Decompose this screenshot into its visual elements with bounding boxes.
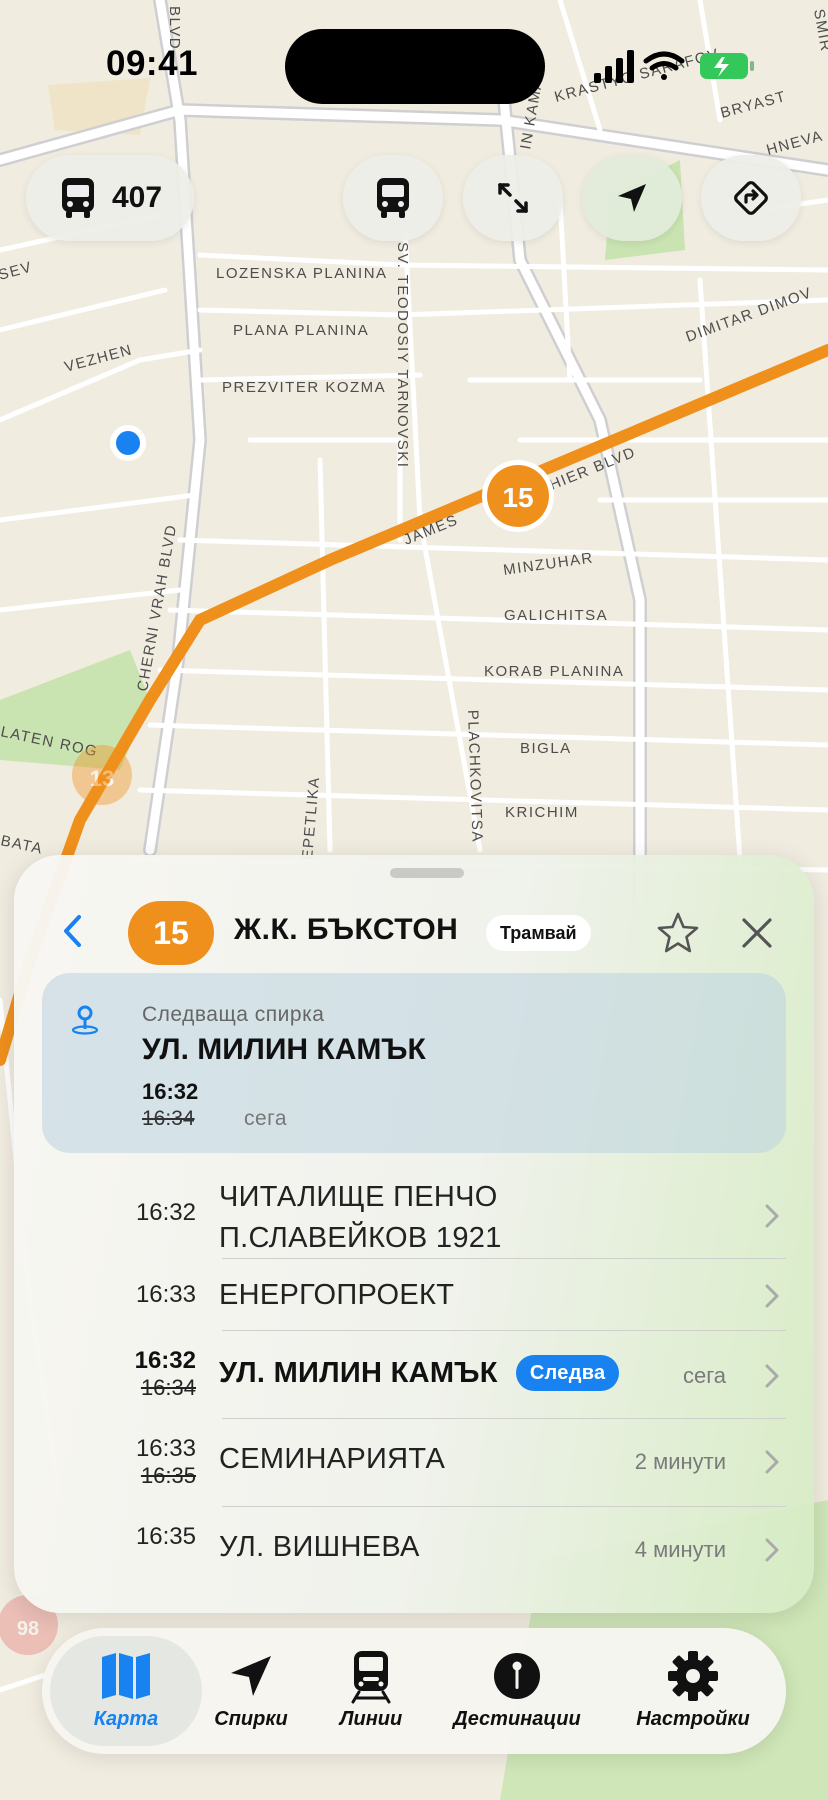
- stop-row-current[interactable]: 16:32 16:34 УЛ. МИЛИН КАМЪК Следва сега: [14, 1331, 814, 1419]
- svg-text:98: 98: [17, 1618, 39, 1640]
- back-button[interactable]: [52, 911, 92, 951]
- expand-icon: [498, 183, 528, 213]
- directions-icon: [734, 181, 768, 215]
- status-icons: [594, 50, 754, 83]
- street-label: PREZVITER KOZMA: [222, 379, 386, 396]
- location-arrow-icon: [618, 184, 646, 212]
- street-label: GALICHITSA: [504, 607, 608, 624]
- chevron-right-icon: [765, 1284, 779, 1308]
- stop-time: 16:32: [135, 1199, 196, 1226]
- stop-name-line: ЧИТАЛИЩЕ ПЕНЧО: [219, 1181, 498, 1213]
- tab-settings[interactable]: Настройки: [615, 1636, 771, 1746]
- stop-name-line: П.СЛАВЕЙКОВ 1921: [219, 1222, 502, 1254]
- stop-row[interactable]: 16:33 16:35 СЕМИНАРИЯТА 2 минути: [14, 1419, 814, 1507]
- street-label: BIGLA: [520, 740, 572, 757]
- chevron-right-icon: [765, 1538, 779, 1562]
- pin-icon: [494, 1653, 540, 1699]
- stop-relative-time: сега: [682, 1363, 726, 1388]
- stop-time: 16:33: [135, 1435, 196, 1462]
- stop-name: ЕНЕРГОПРОЕКТ: [219, 1279, 455, 1311]
- svg-text:15: 15: [502, 482, 533, 513]
- stop-name: СЕМИНАРИЯТА: [219, 1443, 446, 1475]
- tab-label: Дестинации: [453, 1708, 581, 1730]
- stop-row[interactable]: 16:35 УЛ. ВИШНЕВА 4 минути: [14, 1507, 814, 1568]
- stop-name: УЛ. ВИШНЕВА: [219, 1531, 420, 1563]
- stop-time: 16:35: [135, 1523, 196, 1550]
- tab-lines[interactable]: Линии: [296, 1636, 446, 1746]
- stop-row[interactable]: 16:33 ЕНЕРГОПРОЕКТ: [14, 1259, 814, 1331]
- route-filter-chip[interactable]: 407: [26, 155, 194, 241]
- stop-time: 16:33: [135, 1281, 196, 1308]
- line-number-badge: 15: [128, 901, 214, 965]
- next-stop-time: 16:32: [142, 1079, 199, 1104]
- sheet-grabber[interactable]: [390, 868, 464, 878]
- stops-list[interactable]: 16:32 ЧИТАЛИЩЕ ПЕНЧО П.СЛАВЕЙКОВ 1921 16…: [14, 1173, 814, 1568]
- stop-relative-time: 4 минути: [634, 1537, 726, 1562]
- route-badge-marker[interactable]: 15: [482, 460, 554, 532]
- chevron-right-icon: [765, 1204, 779, 1228]
- favorite-star-icon[interactable]: [656, 911, 700, 955]
- map-icon: [102, 1653, 150, 1699]
- stop-name: ЧИТАЛИЩЕ ПЕНЧО П.СЛАВЕЙКОВ 1921: [219, 1177, 502, 1259]
- cellular-signal-icon: [594, 50, 634, 83]
- sheet-header: 15 Ж.К. БЪКСТОН Трамвай: [14, 895, 814, 967]
- location-arrow-icon: [231, 1656, 271, 1696]
- next-stop-scheduled-time: 16:34: [142, 1107, 195, 1130]
- chevron-right-icon: [765, 1364, 779, 1388]
- bus-filter-button[interactable]: [343, 155, 443, 241]
- tab-label: Карта: [93, 1708, 159, 1730]
- tab-destinations[interactable]: Дестинации: [442, 1636, 592, 1746]
- user-location-dot: [110, 425, 146, 461]
- tab-label: Настройки: [636, 1708, 750, 1730]
- bus-icon: [377, 178, 409, 218]
- directions-button[interactable]: [701, 155, 801, 241]
- wifi-icon: [643, 51, 685, 80]
- next-badge: Следва: [515, 1355, 620, 1391]
- gear-icon: [668, 1651, 718, 1701]
- destination-title: Ж.К. БЪКСТОН: [234, 913, 459, 946]
- stop-scheduled-time: 16:35: [140, 1463, 196, 1488]
- close-icon[interactable]: [739, 915, 775, 951]
- street-label: KORAB PLANINA: [484, 663, 624, 680]
- next-stop-label: Следваща спирка: [142, 1003, 325, 1026]
- street-label: PLANA PLANINA: [233, 322, 369, 339]
- next-stop-card[interactable]: Следваща спирка УЛ. МИЛИН КАМЪК 16:32 16…: [42, 973, 786, 1153]
- line-details-sheet: 15 Ж.К. БЪКСТОН Трамвай Следваща спирка …: [14, 855, 814, 1613]
- street-label: SV. TEODOSIY TARNOVSKI: [394, 242, 411, 468]
- stop-name-text: УЛ. МИЛИН КАМЪК: [219, 1357, 498, 1389]
- stop-scheduled-time: 16:34: [140, 1375, 196, 1400]
- dynamic-island: [285, 29, 545, 104]
- route-chip-label: 407: [111, 181, 163, 214]
- expand-map-button[interactable]: [463, 155, 563, 241]
- street-label: LOZENSKA PLANINA: [216, 265, 388, 282]
- stop-row[interactable]: 16:32 ЧИТАЛИЩЕ ПЕНЧО П.СЛАВЕЙКОВ 1921: [14, 1173, 814, 1259]
- stop-name: УЛ. МИЛИН КАМЪК Следва: [219, 1355, 620, 1391]
- faded-route-badge[interactable]: 13: [72, 745, 132, 805]
- stop-time: 16:32: [134, 1347, 196, 1374]
- chevron-left-icon: [64, 915, 81, 947]
- bus-icon: [61, 178, 94, 218]
- next-stop-relative-time: сега: [244, 1107, 288, 1130]
- svg-text:13: 13: [90, 766, 114, 791]
- street-label: KRICHIM: [505, 804, 579, 821]
- chevron-right-icon: [765, 1450, 779, 1474]
- tab-label: Спирки: [214, 1708, 288, 1730]
- tab-bar: Карта Спирки Линии Дестинации Настройки: [42, 1628, 786, 1754]
- stop-relative-time: 2 минути: [634, 1449, 726, 1474]
- tram-icon: [351, 1651, 391, 1704]
- next-stop-name: УЛ. МИЛИН КАМЪК: [142, 1033, 426, 1066]
- vehicle-type-pill: Трамвай: [486, 915, 591, 951]
- status-time: 09:41: [106, 44, 199, 83]
- battery-icon: [700, 53, 754, 79]
- tab-label: Линии: [339, 1708, 403, 1730]
- locate-me-button[interactable]: [582, 155, 682, 241]
- stop-pin-icon: [71, 1005, 99, 1035]
